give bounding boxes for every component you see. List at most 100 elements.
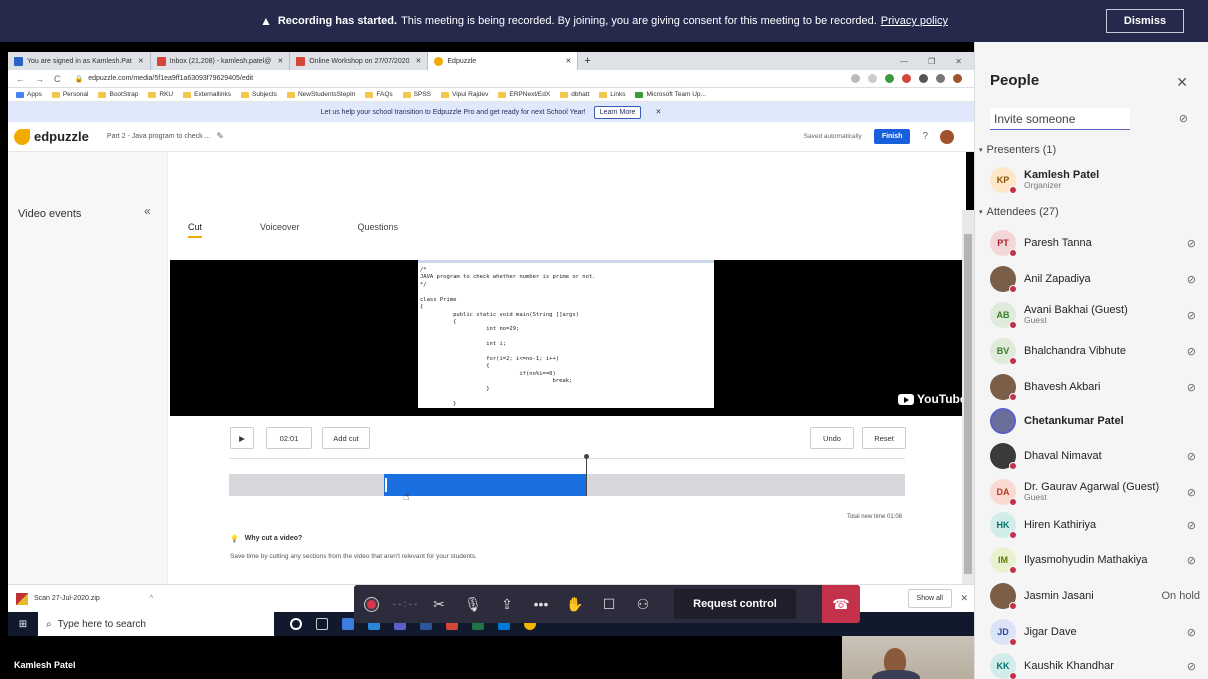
tab-cut[interactable]: Cut [188, 222, 203, 238]
show-all-button[interactable]: Show all [907, 589, 952, 608]
bookmark-item[interactable]: ERPNext/EdX [498, 91, 550, 98]
browser-tab[interactable]: You are signed in as Kamlesh.Pat ✕ [8, 52, 151, 70]
close-icon[interactable]: ✕ [960, 593, 968, 604]
close-icon[interactable]: ✕ [1176, 74, 1188, 91]
request-control-button[interactable]: Request control [674, 589, 796, 619]
cut-handle[interactable] [385, 478, 387, 492]
add-cut-button[interactable]: Add cut [322, 427, 370, 449]
chevron-up-icon[interactable]: ^ [150, 595, 153, 602]
dismiss-button[interactable]: Dismiss [1106, 9, 1184, 33]
learn-more-button[interactable]: Learn More [593, 105, 642, 119]
invite-input[interactable]: Invite someone [990, 108, 1130, 130]
bookmark-item[interactable]: Links [599, 91, 625, 98]
participant-row[interactable]: KK Kaushik Khandhar ⊘ [990, 652, 1200, 679]
bookmark-item[interactable]: RKU [148, 91, 173, 98]
close-icon[interactable]: ✕ [655, 108, 661, 116]
bookmark-item[interactable]: dbhatt [560, 91, 589, 98]
browser-tab-active[interactable]: Edpuzzle ✕ [428, 52, 579, 70]
star-icon[interactable] [868, 74, 877, 83]
raise-hand-icon[interactable]: ✋ [558, 585, 592, 623]
participants-icon[interactable]: ⚇ [626, 585, 660, 623]
privacy-policy-link[interactable]: Privacy policy [881, 15, 948, 27]
extension-icon[interactable] [936, 74, 945, 83]
share-link-icon[interactable]: ⊘ [1179, 112, 1188, 125]
help-icon[interactable]: ? [922, 131, 928, 142]
participant-row[interactable]: BV Bhalchandra Vibhute ⊘ [990, 337, 1200, 365]
hang-up-button[interactable]: ☎ [822, 585, 860, 623]
youtube-logo[interactable]: YouTube [898, 392, 967, 406]
mic-off-icon[interactable]: 🎙 [456, 585, 490, 623]
new-tab-button[interactable]: + [578, 52, 596, 70]
participant-row[interactable]: Chetankumar Patel [990, 407, 1200, 435]
taskbar-search[interactable]: ⌕ Type here to search [38, 612, 274, 636]
extension-icon[interactable] [919, 74, 928, 83]
participant-row[interactable]: Bhavesh Akbari ⊘ [990, 373, 1200, 401]
minimize-icon[interactable]: — [900, 57, 908, 66]
pencil-icon[interactable]: ✎ [216, 131, 224, 142]
zoom-icon[interactable] [851, 74, 860, 83]
task-view-icon[interactable] [316, 618, 328, 630]
close-icon[interactable]: ✕ [566, 57, 572, 65]
bookmark-item[interactable]: NewStudentsStepIn [286, 91, 355, 98]
chat-icon[interactable]: ☐ [592, 585, 626, 623]
extension-icon[interactable] [902, 74, 911, 83]
attendees-section-header[interactable]: ▾ Attendees (27) [979, 206, 1059, 218]
tab-voiceover[interactable]: Voiceover [260, 222, 300, 238]
avatar[interactable] [940, 129, 954, 144]
time-field[interactable]: 02:01 [266, 427, 312, 449]
collapse-icon[interactable]: « [144, 204, 151, 218]
tab-questions[interactable]: Questions [358, 222, 399, 238]
participant-row[interactable]: Anil Zapadiya ⊘ [990, 265, 1200, 293]
close-icon[interactable]: ✕ [416, 57, 422, 65]
app-icon[interactable] [342, 618, 354, 630]
participant-row[interactable]: KP Kamlesh Patel Organizer [990, 166, 1200, 194]
browser-tab[interactable]: Inbox (21,208) - kamlesh.patel@ ✕ [151, 52, 291, 70]
participant-row[interactable]: JD Jigar Dave ⊘ [990, 618, 1200, 646]
url-field[interactable]: edpuzzle.com/media/5f1ea9ff1a63093f79629… [88, 75, 253, 82]
self-video-preview[interactable] [842, 636, 974, 679]
bookmark-item[interactable]: BootStrap [98, 91, 138, 98]
bookmark-item[interactable]: Vipul Rajdev [441, 91, 488, 98]
participant-row[interactable]: Jasmin Jasani On hold [990, 582, 1200, 610]
forward-icon[interactable]: → [35, 74, 44, 84]
maximize-icon[interactable]: ❐ [928, 57, 935, 66]
bookmark-item[interactable]: FAQs [365, 91, 393, 98]
bookmark-item[interactable]: SPSS [402, 91, 431, 98]
participant-row[interactable]: IM Ilyasmohyudin Mathakiya ⊘ [990, 546, 1200, 574]
cortana-icon[interactable] [290, 618, 302, 630]
page-scrollbar[interactable] [962, 210, 974, 584]
play-button[interactable]: ▶ [230, 427, 254, 449]
share-screen-icon[interactable]: ⇪ [490, 585, 524, 623]
windows-start-icon[interactable]: ⊞ [8, 612, 38, 636]
browser-tab[interactable]: Online Workshop on 27/07/2020 ✕ [290, 52, 429, 70]
playhead[interactable] [584, 454, 589, 496]
close-icon[interactable]: ✕ [138, 57, 144, 65]
participant-row[interactable]: HK Hiren Kathiriya ⊘ [990, 511, 1200, 539]
more-options-icon[interactable]: ••• [524, 585, 558, 623]
participant-row[interactable]: PT Paresh Tanna ⊘ [990, 229, 1200, 257]
participant-row[interactable]: DA Dr. Gaurav Agarwal (Guest) Guest ⊘ [990, 478, 1200, 506]
close-window-icon[interactable]: ✕ [955, 57, 962, 66]
profile-icon[interactable] [953, 74, 962, 83]
reload-icon[interactable]: C [54, 74, 61, 84]
undo-button[interactable]: Undo [810, 427, 854, 449]
bookmark-item[interactable]: Subjects [241, 91, 277, 98]
download-item[interactable]: Scan 27-Jul-2020.zip ^ [16, 592, 153, 605]
camera-off-icon[interactable]: ✂ [422, 585, 456, 623]
bookmark-item[interactable]: Personal [51, 91, 88, 98]
presenters-section-header[interactable]: ▾ Presenters (1) [979, 144, 1056, 156]
edpuzzle-logo[interactable]: edpuzzle [14, 128, 89, 145]
bookmark-item[interactable]: Externallinks [183, 91, 231, 98]
bookmark-apps[interactable]: Apps [16, 91, 42, 98]
reset-button[interactable]: Reset [862, 427, 906, 449]
video-player[interactable]: /* JAVA program to check whether number … [170, 260, 967, 416]
finish-button[interactable]: Finish [873, 129, 911, 144]
scrollbar-thumb[interactable] [964, 234, 972, 574]
cut-segment[interactable] [384, 474, 586, 496]
bookmark-item[interactable]: Microsoft Team Up... [635, 91, 706, 98]
extension-icon[interactable] [885, 74, 894, 83]
participant-row[interactable]: AB Avani Bakhai (Guest) Guest ⊘ [990, 301, 1200, 329]
participant-row[interactable]: Dhaval Nimavat ⊘ [990, 442, 1200, 470]
back-icon[interactable]: ← [16, 74, 25, 84]
close-icon[interactable]: ✕ [277, 57, 283, 65]
